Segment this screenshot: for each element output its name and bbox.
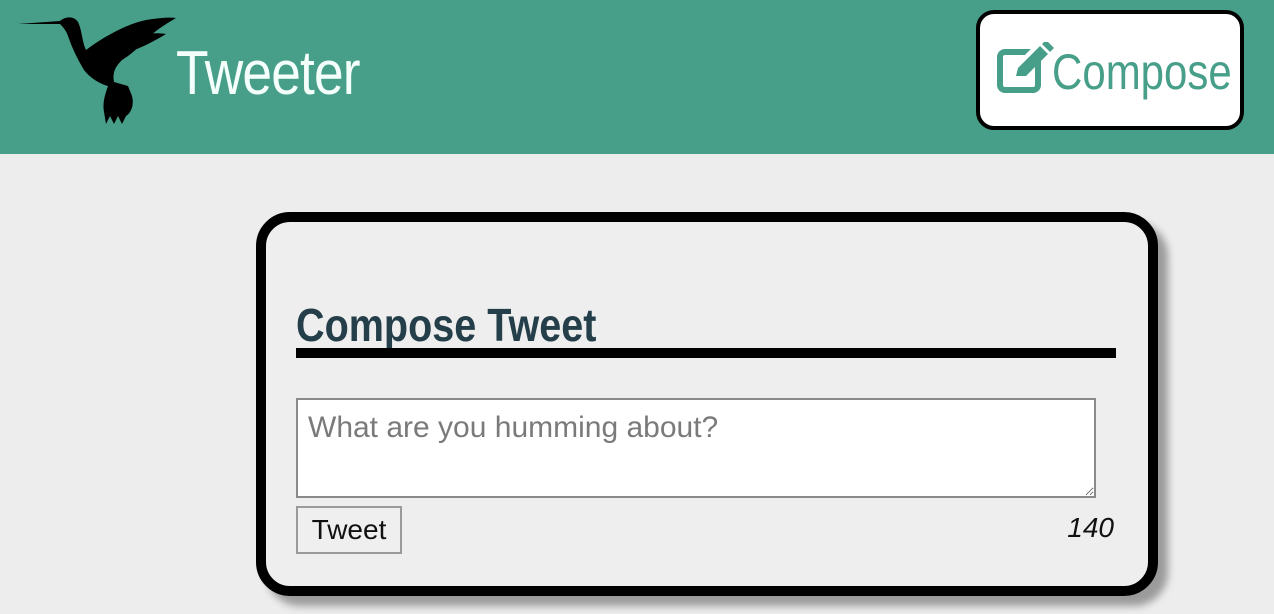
brand-title: Tweeter	[176, 39, 361, 108]
compose-tweet-heading: Compose Tweet	[296, 299, 597, 351]
pencil-square-icon	[997, 42, 1054, 93]
tweet-submit-button[interactable]: Tweet	[296, 506, 402, 554]
heading-divider	[296, 348, 1116, 358]
compose-button[interactable]: Compose	[976, 10, 1244, 130]
compose-button-label: Compose	[1052, 44, 1232, 100]
compose-tweet-card: Compose Tweet Tweet 140	[256, 212, 1158, 596]
hummingbird-icon	[18, 17, 176, 124]
top-nav: Tweeter Compose	[0, 0, 1274, 154]
tweet-input[interactable]	[296, 398, 1096, 498]
character-counter: 140	[1067, 512, 1114, 543]
